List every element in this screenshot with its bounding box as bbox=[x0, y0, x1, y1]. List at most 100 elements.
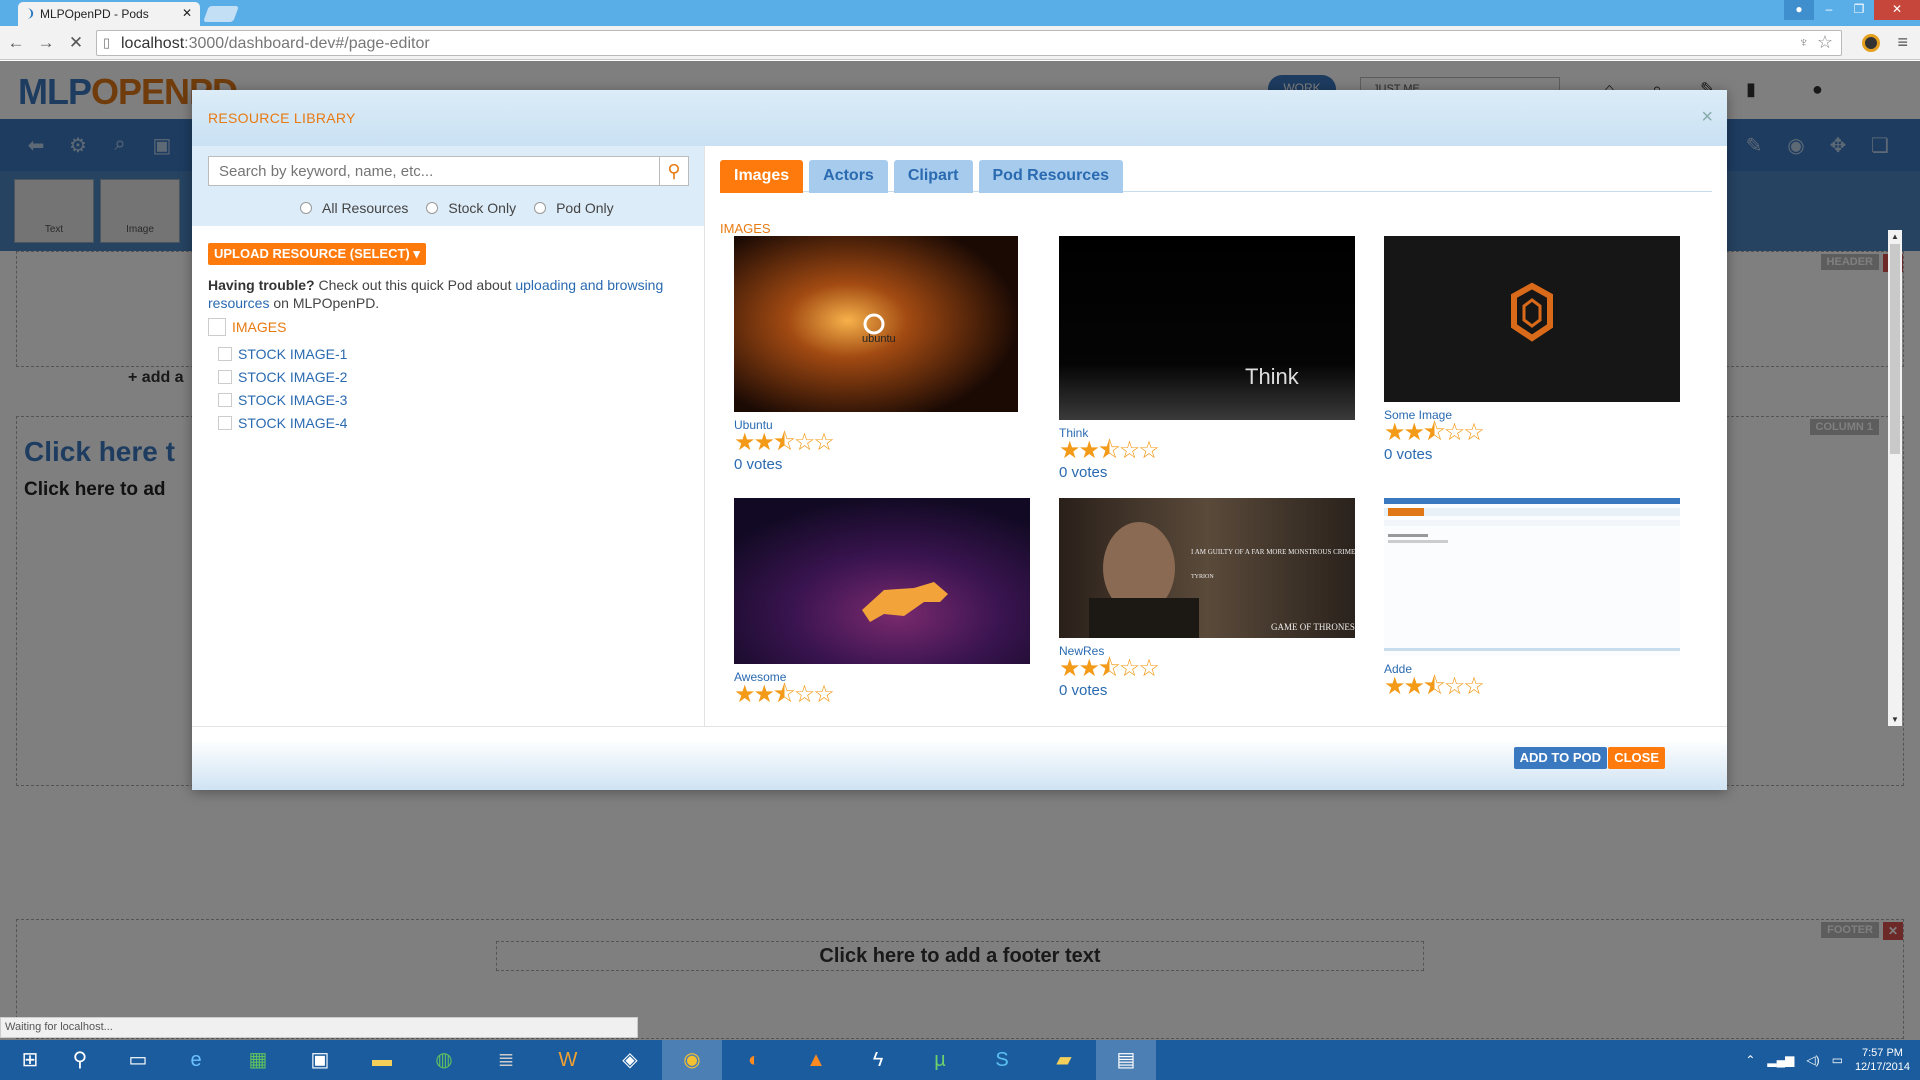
tab-images[interactable]: Images bbox=[720, 160, 804, 193]
tree-root-images[interactable]: IMAGES bbox=[208, 318, 347, 336]
tree-item[interactable]: STOCK IMAGE-1 bbox=[218, 342, 347, 365]
caret-down-icon: ▾ bbox=[413, 246, 420, 261]
address-bar: ← → ✕ ▯ localhost:3000/dashboard-dev#/pa… bbox=[0, 26, 1920, 60]
checkbox[interactable] bbox=[218, 392, 232, 407]
grid-scrollbar[interactable]: ▲ ▼ bbox=[1888, 230, 1902, 726]
vscode-icon[interactable]: ◈ bbox=[600, 1040, 660, 1080]
tray-chevron-icon[interactable]: ⌃ bbox=[1745, 1053, 1755, 1067]
thumb-quote: I AM GUILTY OF A FAR MORE MONSTROUS CRIM… bbox=[1191, 548, 1355, 556]
ubuntu-thumbnail[interactable]: ubuntu bbox=[734, 236, 1018, 412]
rating-stars[interactable]: ★★⯪☆☆ bbox=[1059, 655, 1359, 682]
resource-card[interactable]: I AM GUILTY OF A FAR MORE MONSTROUS CRIM… bbox=[1059, 498, 1359, 699]
tab-actors[interactable]: Actors bbox=[809, 160, 888, 193]
scroll-up-icon[interactable]: ▲ bbox=[1891, 232, 1899, 241]
section-label: IMAGES bbox=[720, 221, 771, 236]
scroll-down-icon[interactable]: ▼ bbox=[1891, 715, 1899, 724]
browser-tab[interactable]: ❩ MLPOpenPD - Pods ✕ bbox=[18, 2, 200, 26]
upload-resource-button[interactable]: UPLOAD RESOURCE (SELECT) ▾ bbox=[208, 243, 426, 265]
store-icon[interactable]: ▦ bbox=[228, 1040, 288, 1080]
rating-stars[interactable]: ★★⯪☆☆ bbox=[734, 683, 1034, 707]
modal-close-icon[interactable]: × bbox=[1701, 106, 1713, 129]
restore-icon[interactable]: ❐ bbox=[1844, 0, 1874, 20]
some-image-thumbnail[interactable] bbox=[1384, 236, 1680, 402]
page-loading-icon: ❩ bbox=[26, 8, 36, 20]
volume-icon[interactable]: ◁) bbox=[1806, 1053, 1819, 1067]
checkbox[interactable] bbox=[218, 346, 232, 361]
thumb-caption: Think bbox=[1245, 364, 1300, 389]
url-path: :3000/dashboard-dev#/page-editor bbox=[184, 35, 430, 52]
tree-item[interactable]: STOCK IMAGE-4 bbox=[218, 411, 347, 434]
half-star-icon: ⯪ bbox=[1423, 419, 1446, 446]
system-clock[interactable]: 7:57 PM 12/17/2014 bbox=[1855, 1046, 1910, 1074]
skype-icon[interactable]: S bbox=[972, 1040, 1032, 1080]
search-icon[interactable]: ⚲ bbox=[50, 1040, 110, 1080]
vlc-icon[interactable]: ▲ bbox=[786, 1040, 846, 1080]
stop-icon[interactable]: ✕ bbox=[64, 31, 88, 55]
chrome-icon[interactable]: ◉ bbox=[662, 1040, 722, 1080]
network-icon[interactable]: ▂▄▆ bbox=[1767, 1053, 1794, 1067]
resource-card[interactable]: Adde ★★⯪☆☆ bbox=[1384, 498, 1684, 699]
url-host: localhost bbox=[121, 35, 185, 52]
tree-item[interactable]: STOCK IMAGE-2 bbox=[218, 365, 347, 388]
radio-stock-only[interactable]: Stock Only bbox=[426, 200, 516, 216]
half-star-icon: ⯪ bbox=[1098, 655, 1121, 682]
think-thumbnail[interactable]: Think bbox=[1059, 236, 1355, 420]
utorrent-icon[interactable]: µ bbox=[910, 1040, 970, 1080]
new-tab-button[interactable] bbox=[203, 6, 239, 22]
downloader-icon[interactable]: ϟ bbox=[848, 1040, 908, 1080]
radio-pod-only[interactable]: Pod Only bbox=[534, 200, 614, 216]
mic-icon[interactable]: ♆ bbox=[1799, 34, 1810, 50]
rating-stars[interactable]: ★★⯪☆☆ bbox=[734, 431, 1034, 455]
chrome-menu-icon[interactable]: ≡ bbox=[1897, 32, 1908, 53]
webstorm-icon[interactable]: W bbox=[538, 1040, 598, 1080]
rating-stars[interactable]: ★★⯪☆☆ bbox=[1384, 675, 1684, 699]
task-view-icon[interactable]: ▭ bbox=[108, 1040, 168, 1080]
resource-card[interactable]: ubuntu Ubuntu ★★⯪☆☆ 0 votes bbox=[734, 236, 1034, 473]
radio-all-resources[interactable]: All Resources bbox=[300, 200, 408, 216]
url-field[interactable]: ▯ localhost:3000/dashboard-dev#/page-edi… bbox=[96, 30, 1842, 56]
rating-stars[interactable]: ★★⯪☆☆ bbox=[1384, 419, 1684, 446]
radio-circle[interactable] bbox=[534, 202, 547, 214]
clock-date: 12/17/2014 bbox=[1854, 1061, 1910, 1073]
scrollbar-thumb[interactable] bbox=[1890, 244, 1900, 454]
internet-explorer-icon[interactable]: e bbox=[166, 1040, 226, 1080]
windows-taskbar: ⊞ ⚲ ▭ e ▦ ▣ ▬ ◍ ≣ W ◈ ◉ ◐ ▲ ϟ µ S ▰ ▤ ⌃ … bbox=[0, 1040, 1920, 1080]
forward-icon[interactable]: → bbox=[34, 31, 58, 55]
add-to-pod-button[interactable]: ADD TO POD bbox=[1513, 747, 1607, 769]
radio-label: Stock Only bbox=[448, 200, 517, 216]
profile-icon[interactable]: ● bbox=[1784, 0, 1814, 20]
pane-divider bbox=[704, 146, 705, 726]
checkbox[interactable] bbox=[218, 415, 232, 430]
newres-thumbnail[interactable]: I AM GUILTY OF A FAR MORE MONSTROUS CRIM… bbox=[1059, 498, 1355, 638]
awesome-thumbnail[interactable] bbox=[734, 498, 1030, 664]
resource-card[interactable]: Awesome ★★⯪☆☆ bbox=[734, 498, 1034, 706]
database-icon[interactable]: ≣ bbox=[476, 1040, 536, 1080]
tab-close-icon[interactable]: ✕ bbox=[182, 6, 192, 20]
resource-card[interactable]: Think Think ★★⯪☆☆ 0 votes bbox=[1059, 236, 1359, 481]
folder-icon[interactable]: ▰ bbox=[1034, 1040, 1094, 1080]
search-input[interactable] bbox=[208, 156, 660, 186]
radio-circle[interactable] bbox=[426, 202, 439, 214]
tab-pod-resources[interactable]: Pod Resources bbox=[978, 160, 1123, 193]
close-button[interactable]: CLOSE bbox=[1608, 747, 1665, 769]
bookmark-star-icon[interactable]: ☆ bbox=[1817, 32, 1833, 53]
search-icon[interactable]: ⚲ bbox=[659, 156, 689, 186]
extension-icon[interactable] bbox=[1862, 34, 1880, 52]
radio-circle[interactable] bbox=[300, 202, 312, 214]
control-panel-icon[interactable]: ▤ bbox=[1096, 1040, 1156, 1080]
tab-clipart[interactable]: Clipart bbox=[893, 160, 973, 193]
tree-item[interactable]: STOCK IMAGE-3 bbox=[218, 388, 347, 411]
window-close-icon[interactable]: ✕ bbox=[1874, 0, 1920, 20]
checkbox[interactable] bbox=[218, 369, 232, 384]
notification-icon[interactable]: ▭ bbox=[1832, 1053, 1843, 1067]
minimize-icon[interactable]: – bbox=[1814, 0, 1844, 20]
tracker-app-icon[interactable]: ◍ bbox=[414, 1040, 474, 1080]
app-window-icon[interactable]: ▣ bbox=[290, 1040, 350, 1080]
adde-thumbnail[interactable] bbox=[1384, 498, 1680, 656]
firefox-icon[interactable]: ◐ bbox=[724, 1040, 784, 1080]
resource-card[interactable]: Some Image ★★⯪☆☆ 0 votes bbox=[1384, 236, 1684, 463]
back-icon[interactable]: ← bbox=[4, 31, 28, 55]
checkbox[interactable] bbox=[208, 318, 226, 336]
file-explorer-icon[interactable]: ▬ bbox=[352, 1040, 412, 1080]
rating-stars[interactable]: ★★⯪☆☆ bbox=[1059, 439, 1359, 463]
